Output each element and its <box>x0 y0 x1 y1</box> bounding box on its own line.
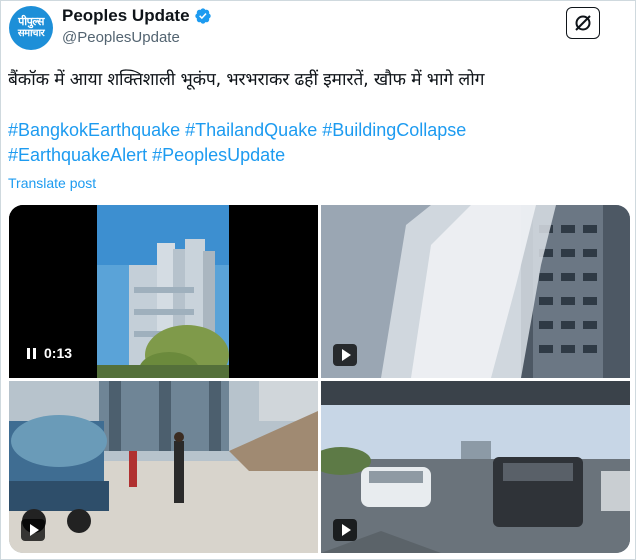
hashtags: #BangkokEarthquake #ThailandQuake #Build… <box>8 118 568 168</box>
author-name-row: Peoples Update <box>62 6 212 26</box>
play-icon[interactable] <box>333 519 357 541</box>
play-icon[interactable] <box>21 519 45 541</box>
video-tile-1[interactable]: 0:13 <box>9 205 318 378</box>
pause-icon[interactable] <box>27 347 36 359</box>
hashtags-line-2[interactable]: #EarthquakeAlert #PeoplesUpdate <box>8 143 568 168</box>
avatar[interactable]: पीपुल्स समाचार <box>9 6 53 50</box>
display-name[interactable]: Peoples Update <box>62 6 190 26</box>
video-tile-2[interactable] <box>321 205 630 378</box>
video-tile-4[interactable] <box>321 381 630 553</box>
post-text: बैंकॉक में आया शक्तिशाली भूकंप, भरभराकर … <box>8 70 485 90</box>
video-timer-text: 0:13 <box>44 345 73 361</box>
translate-post-link[interactable]: Translate post <box>8 175 96 191</box>
grok-button[interactable] <box>566 7 600 39</box>
verified-badge-icon <box>194 8 211 24</box>
avatar-text-line2: समाचार <box>17 28 45 39</box>
video-thumbnail-highway <box>321 381 630 553</box>
grok-icon <box>575 15 591 31</box>
hashtags-line-1[interactable]: #BangkokEarthquake #ThailandQuake #Build… <box>8 118 568 143</box>
handle[interactable]: @PeoplesUpdate <box>62 29 180 46</box>
media-grid: 0:13 <box>9 205 630 553</box>
tweet-card: पीपुल्स समाचार Peoples Update @PeoplesUp… <box>0 0 636 560</box>
video-timer: 0:13 <box>27 345 72 361</box>
video-thumbnail-construction <box>9 381 318 553</box>
video-tile-3[interactable] <box>9 381 318 553</box>
play-icon[interactable] <box>333 344 357 366</box>
video-thumbnail-water-spray <box>321 205 630 378</box>
avatar-text-line1: पीपुल्स <box>18 15 44 28</box>
